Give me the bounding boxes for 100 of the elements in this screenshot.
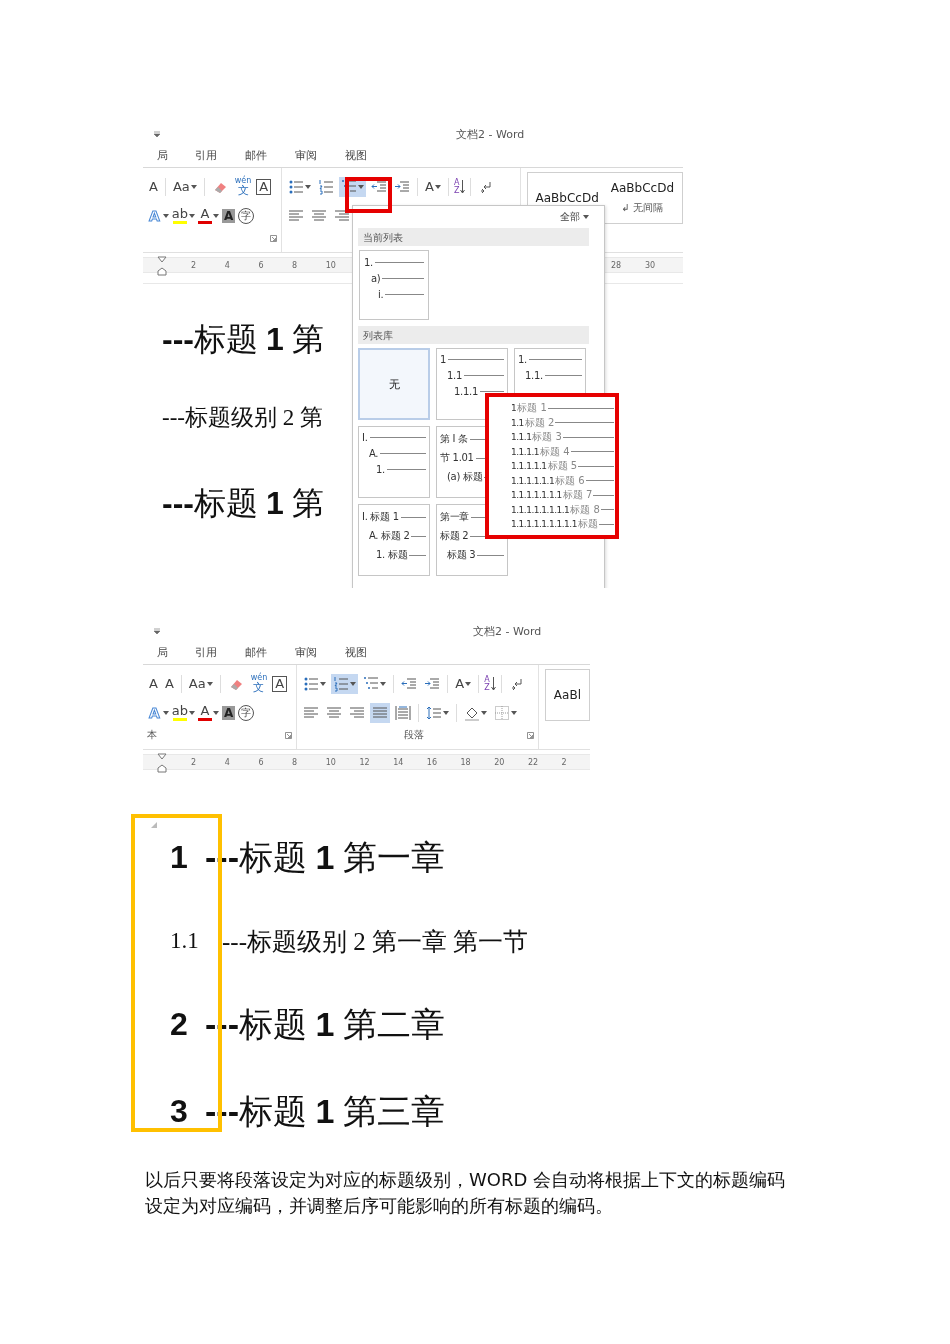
ribbon-tab[interactable]: 引用 — [181, 147, 231, 163]
style-sample[interactable]: AaBbCcDd — [535, 191, 599, 205]
color-button[interactable]: A — [200, 207, 210, 221]
heading-number: 1 — [170, 839, 189, 876]
align-center-icon[interactable] — [326, 704, 343, 721]
font-button[interactable]: A — [453, 674, 474, 693]
ruler-number: 12 — [359, 757, 371, 767]
dialog-launcher-icon[interactable] — [270, 234, 278, 242]
ribbon-tab[interactable]: 局 — [143, 644, 181, 660]
sort-button[interactable]: A Z — [453, 178, 460, 195]
window-title: 文档2 - Word — [456, 126, 525, 142]
caret-icon — [189, 213, 196, 218]
numbered-list-icon[interactable] — [318, 178, 335, 195]
text-effects-button[interactable]: A — [147, 206, 162, 225]
heading-number: 2 — [170, 1006, 189, 1043]
ruler-number: 6 — [258, 757, 265, 767]
color-button[interactable]: ab — [171, 704, 189, 718]
ribbon-tab[interactable]: 局 — [143, 147, 181, 163]
font-button[interactable]: A — [147, 177, 160, 196]
group-label: 本 — [147, 728, 157, 742]
increase-indent-icon[interactable] — [394, 178, 411, 195]
color-button[interactable]: ab — [171, 207, 189, 221]
list-level-label: 1.1. — [525, 370, 543, 381]
align-left-icon[interactable] — [288, 207, 305, 224]
decrease-indent-icon[interactable] — [371, 178, 388, 195]
align-center-icon[interactable] — [311, 207, 328, 224]
sort-button[interactable]: A Z — [484, 675, 490, 692]
list-style-option[interactable]: 无 — [358, 348, 430, 420]
ribbon-tab[interactable]: 邮件 — [231, 147, 281, 163]
list-level-label: I. — [362, 432, 368, 443]
dialog-launcher-icon[interactable] — [285, 731, 293, 739]
style-sample[interactable]: AaBl — [553, 688, 581, 702]
align-right-icon[interactable] — [334, 207, 351, 224]
list-level-label: 标题 3 — [447, 548, 476, 562]
ruler-number: 4 — [224, 260, 231, 270]
caret-icon — [583, 215, 589, 219]
list-level-label: 1. 标题 — [376, 548, 408, 562]
collapse-triangle-icon[interactable] — [151, 822, 157, 828]
styles-gallery[interactable]: AaBl — [544, 669, 590, 721]
list-level-label: 标题 — [577, 517, 598, 531]
ruler-number: 30 — [645, 260, 657, 270]
borders-icon[interactable] — [494, 704, 511, 721]
font-button[interactable]: Aa — [170, 177, 199, 196]
ribbon-tab[interactable]: 引用 — [181, 644, 231, 660]
list-level-number: 1 — [511, 402, 517, 415]
font-button[interactable]: A — [423, 177, 443, 196]
caret-icon — [213, 710, 220, 715]
align-right-icon[interactable] — [349, 704, 366, 721]
character-border-button[interactable]: A — [256, 178, 272, 195]
heading-number: 1.1 — [170, 928, 200, 954]
increase-indent-icon[interactable] — [424, 675, 441, 692]
list-level-label: (a) 标题 — [447, 470, 483, 484]
text-effects-button[interactable]: A — [147, 703, 162, 722]
heading-number: 3 — [170, 1093, 189, 1130]
line-spacing-icon[interactable] — [426, 704, 443, 721]
group-label: 段落 — [403, 728, 426, 742]
justify-icon[interactable] — [372, 704, 389, 721]
color-button[interactable]: A — [200, 704, 210, 718]
caret-icon — [350, 681, 357, 686]
ribbon-tab[interactable]: 审阅 — [281, 644, 331, 660]
phonetic-guide-button[interactable]: wén 文 — [232, 177, 254, 196]
phonetic-guide-button[interactable]: wén 文 — [248, 674, 270, 693]
list-level-number: 1.1.1.1.1 — [511, 460, 547, 473]
list-style-option[interactable]: I. A. 1. — [358, 426, 430, 498]
numbered-list-icon[interactable] — [333, 675, 350, 692]
list-level-label: I. 标题 1 — [362, 510, 399, 524]
caret-icon — [434, 184, 441, 189]
decrease-indent-icon[interactable] — [401, 675, 418, 692]
bullet-list-icon[interactable] — [303, 675, 320, 692]
font-button[interactable]: A — [147, 674, 160, 693]
character-shading-button[interactable]: A — [222, 705, 236, 720]
dialog-launcher-icon[interactable] — [526, 731, 534, 739]
indent-marker-icon[interactable] — [157, 753, 167, 773]
customize-toolbar-icon[interactable] — [153, 627, 161, 635]
distribute-icon[interactable] — [395, 704, 412, 721]
ribbon-tab[interactable]: 视图 — [331, 147, 381, 163]
bullet-list-icon[interactable] — [288, 178, 305, 195]
list-level-number: 1.1.1.1.1.1.1.1 — [511, 503, 570, 517]
down-arrow-icon — [460, 179, 466, 194]
multilevel-list-icon[interactable] — [341, 178, 358, 195]
ribbon-tab[interactable]: 邮件 — [231, 644, 281, 660]
ruler-number: 10 — [325, 757, 337, 767]
down-arrow-icon — [490, 676, 496, 691]
character-shading-button[interactable]: A — [222, 208, 236, 223]
style-sample[interactable]: AaBbCcDd — [610, 181, 674, 195]
caret-icon — [320, 681, 327, 686]
ribbon-tab[interactable]: 审阅 — [281, 147, 331, 163]
font-button[interactable]: Aa — [186, 674, 215, 693]
list-style-option[interactable]: 1. a) i. — [359, 250, 429, 320]
multilevel-list-icon[interactable] — [363, 675, 380, 692]
caret-icon — [380, 681, 387, 686]
align-left-icon[interactable] — [303, 704, 320, 721]
ribbon-tab[interactable]: 视图 — [331, 644, 381, 660]
character-border-button[interactable]: A — [272, 675, 288, 692]
ruler-number: 18 — [460, 757, 472, 767]
caret-icon — [190, 184, 197, 189]
list-style-option[interactable]: I. 标题 1 A. 标题 2 1. 标题 — [358, 504, 430, 576]
customize-toolbar-icon[interactable] — [153, 130, 161, 138]
indent-marker-icon[interactable] — [157, 256, 167, 276]
font-button[interactable]: A — [162, 674, 176, 693]
